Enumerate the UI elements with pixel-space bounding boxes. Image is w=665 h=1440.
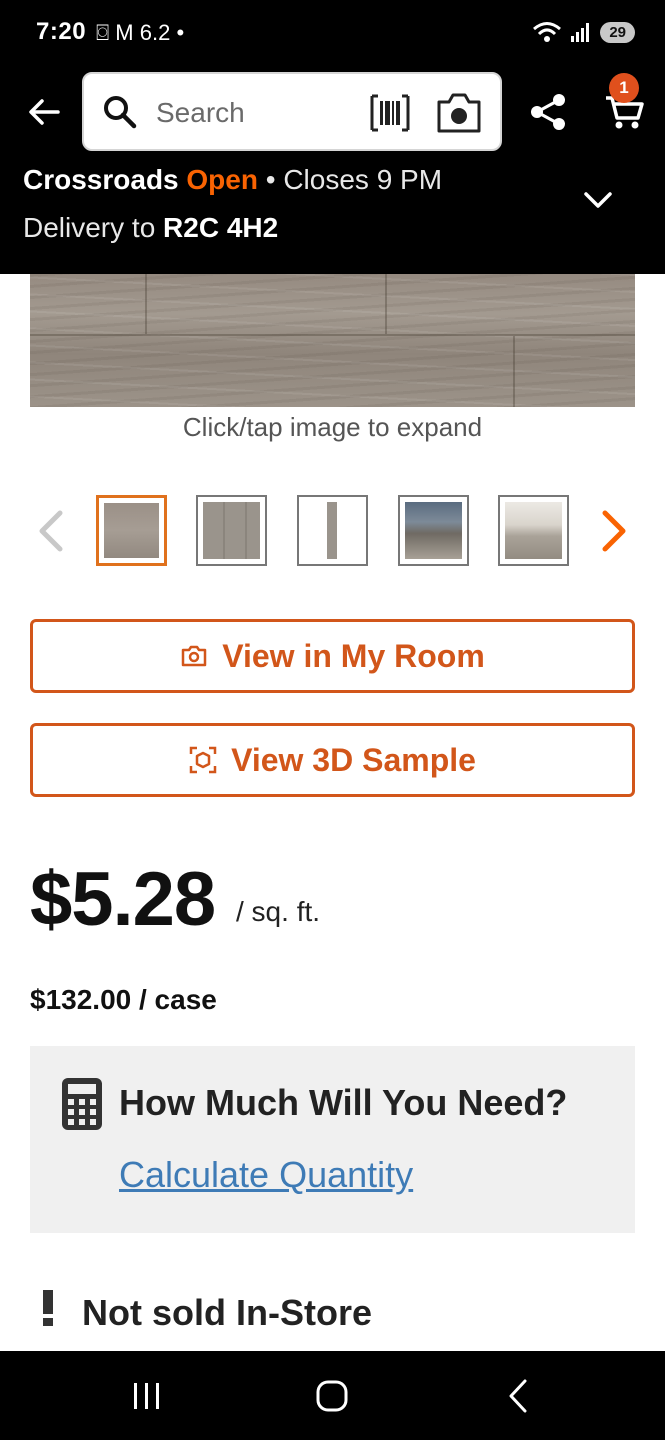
system-nav-bar [0, 1351, 665, 1440]
search-icon [104, 96, 137, 129]
price: $5.28 [30, 857, 216, 942]
search-bar[interactable] [82, 72, 502, 151]
plank-seam [30, 334, 635, 336]
bathroom-image [505, 502, 562, 559]
store-closing-time: • Closes 9 PM [265, 164, 443, 195]
plank-seam [385, 274, 387, 334]
quantity-calculator: How Much Will You Need? Calculate Quanti… [30, 1046, 635, 1233]
single-plank-image [304, 502, 361, 559]
battery-indicator: 29 [600, 21, 635, 43]
home-icon[interactable] [312, 1377, 352, 1415]
calculator-title: How Much Will You Need? [119, 1082, 568, 1123]
delivery-info[interactable]: Delivery to R2C 4H2 [23, 212, 278, 244]
recent-apps-icon[interactable] [127, 1377, 167, 1415]
view-in-my-room-label: View in My Room [222, 637, 485, 674]
chevron-right-icon[interactable] [597, 509, 631, 553]
plank-seam [145, 274, 147, 334]
thumbnail-single-plank[interactable] [297, 495, 368, 566]
cart-count-badge: 1 [609, 73, 639, 103]
swatch-image [104, 503, 159, 558]
thumbnail-plank-closeup[interactable] [196, 495, 267, 566]
wifi-icon [533, 22, 562, 42]
price-unit: / sq. ft. [236, 896, 321, 927]
thumbnail-carousel [0, 495, 665, 567]
plank-closeup-image [203, 502, 260, 559]
living-room-image [405, 502, 462, 559]
store-name: Crossroads [23, 164, 179, 195]
system-icons: 29 [532, 20, 635, 44]
3d-view-icon [189, 746, 217, 774]
camera-icon [181, 645, 207, 667]
app-header: 1 Crossroads Open • Closes 9 PM Delivery… [0, 66, 665, 274]
back-nav-icon[interactable] [499, 1377, 539, 1415]
delivery-zip: R2C 4H2 [163, 212, 279, 243]
expand-hint: Click/tap image to expand [182, 412, 483, 442]
chevron-left-icon[interactable] [34, 509, 68, 553]
status-time: 7:20 [36, 18, 87, 45]
back-arrow-icon[interactable] [24, 92, 64, 132]
view-3d-sample-label: View 3D Sample [231, 741, 476, 778]
delivery-prefix: Delivery to [23, 212, 164, 243]
view-3d-sample-button[interactable]: View 3D Sample [30, 723, 635, 797]
availability-status: Not sold In-Store [82, 1292, 372, 1333]
store-open-status: Open [186, 164, 258, 195]
thumbnail-bathroom[interactable] [498, 495, 569, 566]
signal-icon [571, 23, 590, 42]
plank-seam [513, 336, 515, 407]
price-per-case: $132.00 / case [30, 984, 217, 1015]
calculator-icon [62, 1078, 102, 1130]
view-in-my-room-button[interactable]: View in My Room [30, 619, 635, 693]
search-input[interactable] [156, 96, 356, 130]
exclamation-icon [43, 1290, 53, 1326]
share-icon[interactable] [528, 92, 568, 132]
notification-icons: ⌼ M 6.2 • [96, 20, 185, 45]
status-bar: 7:20 ⌼ M 6.2 • 29 [0, 0, 665, 66]
thumbnail-living-room[interactable] [398, 495, 469, 566]
product-image[interactable] [30, 274, 635, 407]
calculate-quantity-link[interactable]: Calculate Quantity [119, 1154, 413, 1196]
thumbnail-swatch[interactable] [96, 495, 167, 566]
chevron-down-icon[interactable] [582, 188, 614, 212]
camera-search-icon[interactable] [436, 90, 482, 134]
store-info[interactable]: Crossroads Open • Closes 9 PM [23, 164, 442, 196]
barcode-scan-icon[interactable] [370, 94, 410, 132]
